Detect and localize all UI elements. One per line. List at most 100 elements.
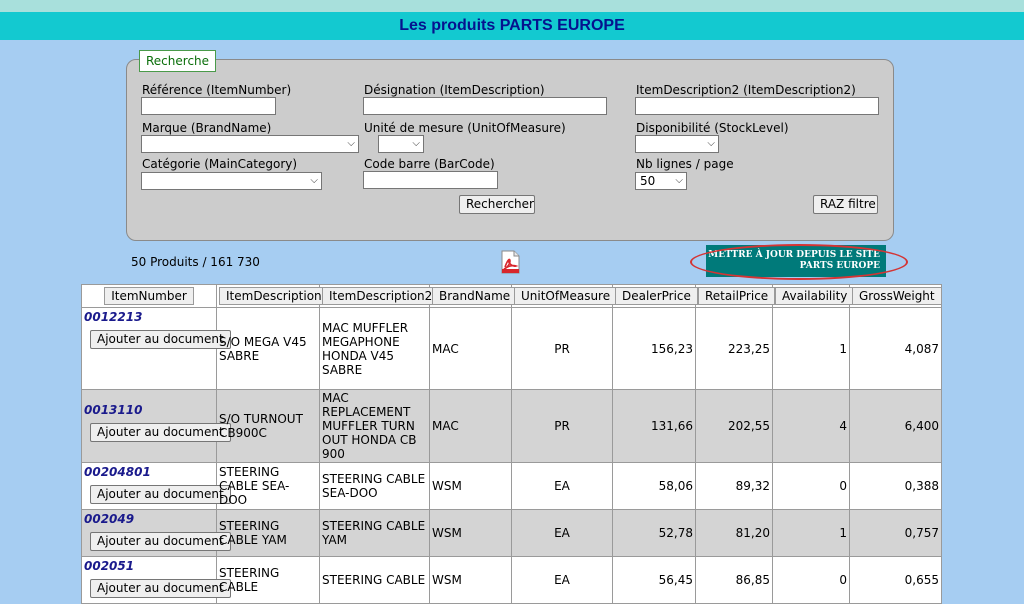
- add-to-document-button[interactable]: Ajouter au document: [90, 579, 231, 598]
- chevron-down-icon: ⌵: [412, 138, 420, 149]
- column-header[interactable]: ItemDescription: [216, 284, 329, 308]
- lines-per-page-select[interactable]: 50 ⌵: [635, 172, 687, 190]
- description2-cell: MAC REPLACEMENT MUFFLER TURN OUT HONDA C…: [319, 389, 430, 463]
- column-header-label[interactable]: DealerPrice: [615, 287, 698, 305]
- chevron-down-icon: ⌵: [310, 175, 318, 186]
- pdf-export-icon[interactable]: [499, 250, 521, 274]
- description-cell: S/O MEGA V45 SABRE: [216, 307, 320, 390]
- gross-weight-cell: 4,087: [849, 307, 942, 390]
- column-header[interactable]: Availability: [772, 284, 855, 308]
- table-row: 0012213 Ajouter au document S/O MEGA V45…: [81, 307, 942, 390]
- top-strip: [0, 0, 1024, 12]
- table-row: 00204801 Ajouter au document STEERING CA…: [81, 462, 942, 510]
- item-description-input[interactable]: [363, 97, 607, 115]
- header-row: ItemNumber ItemDescription ItemDescripti…: [81, 284, 942, 308]
- retail-price-cell: 86,85: [695, 556, 773, 604]
- stock-level-label: Disponibilité (StockLevel): [636, 121, 789, 135]
- column-header-label[interactable]: RetailPrice: [698, 287, 776, 305]
- column-header-label[interactable]: ItemDescription2: [322, 287, 440, 305]
- item-description2-input[interactable]: [635, 97, 879, 115]
- item-cell: 0013110 Ajouter au document: [81, 389, 231, 463]
- availability-cell: 4: [772, 389, 850, 463]
- brand-cell: WSM: [429, 556, 512, 604]
- table-row: 002049 Ajouter au document STEERING CABL…: [81, 509, 942, 557]
- dealer-price-cell: 52,78: [612, 509, 696, 557]
- barcode-label: Code barre (BarCode): [364, 157, 495, 171]
- availability-cell: 0: [772, 556, 850, 604]
- column-header-label[interactable]: ItemNumber: [104, 287, 194, 305]
- column-header-label[interactable]: ItemDescription: [219, 287, 329, 305]
- description-cell: STEERING CABLE: [216, 556, 320, 604]
- uom-cell: EA: [511, 509, 613, 557]
- lines-per-page-label: Nb lignes / page: [636, 157, 734, 171]
- barcode-input[interactable]: [363, 171, 498, 189]
- description-cell: S/O TURNOUT CB900C: [216, 389, 320, 463]
- main-category-select[interactable]: ⌵: [141, 172, 322, 190]
- column-header[interactable]: GrossWeight: [849, 284, 942, 308]
- update-button-line1: METTRE À JOUR DEPUIS LE SITE: [708, 250, 880, 260]
- column-header-label[interactable]: GrossWeight: [852, 287, 942, 305]
- add-to-document-button[interactable]: Ajouter au document: [90, 532, 231, 551]
- description2-cell: STEERING CABLE: [319, 556, 430, 604]
- table-row: 002051 Ajouter au document STEERING CABL…: [81, 556, 942, 604]
- item-number-link[interactable]: 002049: [84, 510, 214, 526]
- main-category-label: Catégorie (MainCategory): [142, 157, 298, 171]
- update-button-line2: PARTS EUROPE: [799, 261, 880, 271]
- column-header[interactable]: BrandName: [429, 284, 518, 308]
- retail-price-cell: 202,55: [695, 389, 773, 463]
- item-cell: 002051 Ajouter au document: [81, 556, 231, 604]
- description-cell: STEERING CABLE YAM: [216, 509, 320, 557]
- column-header[interactable]: ItemDescription2: [319, 284, 440, 308]
- item-number-link[interactable]: 0012213: [84, 308, 214, 324]
- table-row: 0013110 Ajouter au document S/O TURNOUT …: [81, 389, 942, 463]
- brand-cell: MAC: [429, 389, 512, 463]
- column-header[interactable]: DealerPrice: [612, 284, 698, 308]
- item-number-link[interactable]: 00204801: [84, 463, 214, 479]
- column-header-label[interactable]: Availability: [775, 287, 855, 305]
- gross-weight-cell: 0,388: [849, 462, 942, 510]
- item-number-link[interactable]: 0013110: [84, 390, 214, 417]
- retail-price-cell: 89,32: [695, 462, 773, 510]
- retail-price-cell: 223,25: [695, 307, 773, 390]
- brand-cell: MAC: [429, 307, 512, 390]
- brand-cell: WSM: [429, 462, 512, 510]
- availability-cell: 1: [772, 307, 850, 390]
- uom-cell: PR: [511, 307, 613, 390]
- brand-cell: WSM: [429, 509, 512, 557]
- add-to-document-button[interactable]: Ajouter au document: [90, 423, 231, 442]
- description-cell: STEERING CABLE SEA-DOO: [216, 462, 320, 510]
- availability-cell: 0: [772, 462, 850, 510]
- gross-weight-cell: 0,655: [849, 556, 942, 604]
- product-count: 50 Produits / 161 730: [131, 255, 260, 269]
- chevron-down-icon: ⌵: [347, 138, 355, 149]
- add-to-document-button[interactable]: Ajouter au document: [90, 485, 231, 504]
- column-header[interactable]: RetailPrice: [695, 284, 776, 308]
- item-number-input[interactable]: [141, 97, 276, 115]
- item-cell: 002049 Ajouter au document: [81, 509, 231, 557]
- dealer-price-cell: 156,23: [612, 307, 696, 390]
- lines-per-page-value: 50: [640, 174, 656, 188]
- column-header-label[interactable]: BrandName: [432, 287, 518, 305]
- column-header[interactable]: ItemNumber: [81, 284, 217, 308]
- unit-of-measure-select[interactable]: ⌵: [378, 135, 424, 153]
- availability-cell: 1: [772, 509, 850, 557]
- brand-label: Marque (BrandName): [142, 121, 272, 135]
- item-description2-label: ItemDescription2 (ItemDescription2): [636, 83, 856, 97]
- uom-cell: EA: [511, 556, 613, 604]
- item-number-link[interactable]: 002051: [84, 557, 214, 573]
- add-to-document-button[interactable]: Ajouter au document: [90, 330, 231, 349]
- dealer-price-cell: 131,66: [612, 389, 696, 463]
- search-button[interactable]: Rechercher: [459, 195, 535, 214]
- dealer-price-cell: 58,06: [612, 462, 696, 510]
- products-table: ItemNumber ItemDescription ItemDescripti…: [81, 284, 942, 604]
- reset-filter-button[interactable]: RAZ filtre: [813, 195, 878, 214]
- unit-of-measure-label: Unité de mesure (UnitOfMeasure): [364, 121, 566, 135]
- description2-cell: STEERING CABLE YAM: [319, 509, 430, 557]
- update-from-site-button[interactable]: METTRE À JOUR DEPUIS LE SITE PARTS EUROP…: [706, 245, 886, 277]
- chevron-down-icon: ⌵: [675, 175, 683, 186]
- stock-level-select[interactable]: ⌵: [635, 135, 719, 153]
- brand-select[interactable]: ⌵: [141, 135, 359, 153]
- column-header-label[interactable]: UnitOfMeasure: [514, 287, 618, 305]
- uom-cell: PR: [511, 389, 613, 463]
- column-header[interactable]: UnitOfMeasure: [511, 284, 618, 308]
